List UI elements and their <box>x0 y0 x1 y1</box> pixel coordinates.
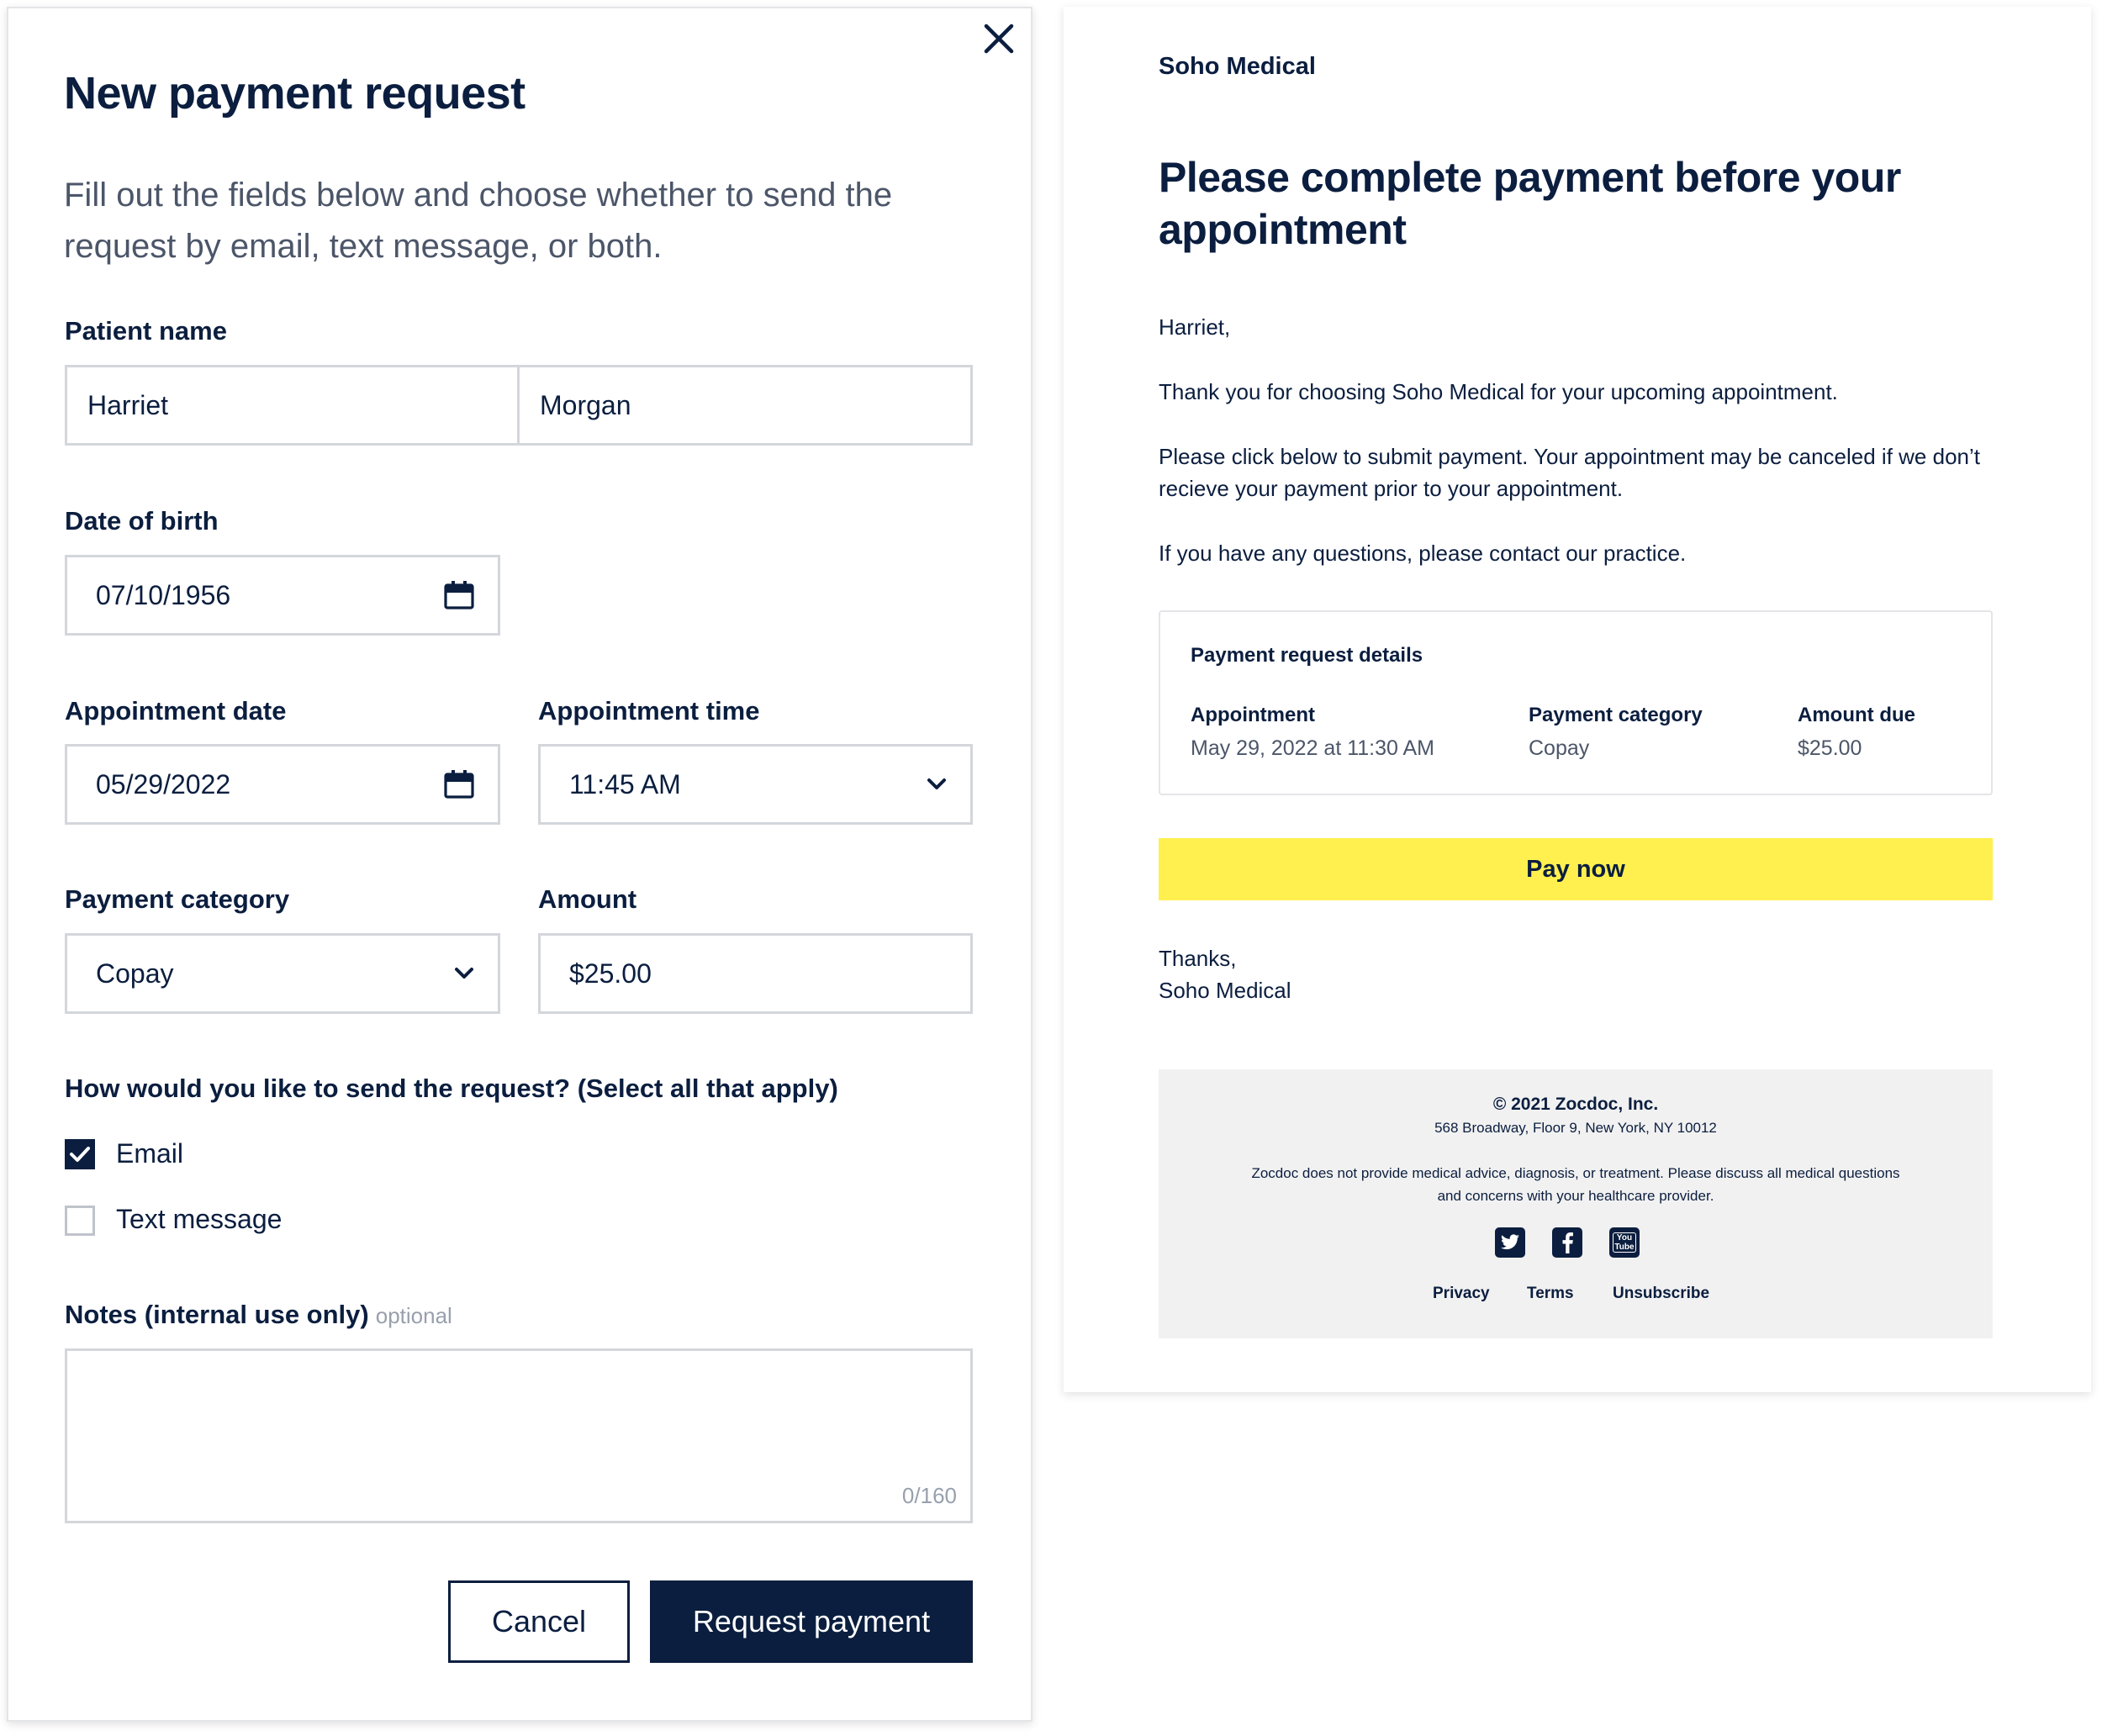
appointment-heading: Appointment <box>1191 704 1315 726</box>
footer-disclaimer: Zocdoc does not provide medical advice, … <box>1251 1165 1900 1204</box>
footer-link-terms[interactable]: Terms <box>1527 1285 1574 1303</box>
email-footer: © 2021 Zocdoc, Inc. 568 Broadway, Floor … <box>1159 1069 1993 1338</box>
amount-due-value: $25.00 <box>1798 736 1862 760</box>
email-option-label[interactable]: Email <box>116 1138 183 1169</box>
payment-category-value: Copay <box>96 958 174 989</box>
calendar-icon[interactable] <box>444 580 474 610</box>
notes-textarea[interactable]: 0/160 <box>65 1348 973 1523</box>
appointment-time-select[interactable]: 11:45 AM <box>538 744 973 825</box>
chevron-down-icon <box>454 967 474 980</box>
footer-link-privacy[interactable]: Privacy <box>1433 1285 1490 1303</box>
modal-description: Fill out the fields below and choose whe… <box>64 177 893 265</box>
payment-category-select[interactable]: Copay <box>65 933 500 1014</box>
first-name-field[interactable]: Harriet <box>65 365 520 446</box>
notes-label: Notes (internal use only) optional <box>65 1300 452 1330</box>
pay-now-button[interactable]: Pay now <box>1159 838 1993 900</box>
dob-value: 07/10/1956 <box>96 579 231 610</box>
payment-details-title: Payment request details <box>1191 644 1423 667</box>
footer-link-unsubscribe[interactable]: Unsubscribe <box>1613 1285 1709 1303</box>
calendar-icon[interactable] <box>444 769 474 799</box>
cancel-button[interactable]: Cancel <box>448 1580 630 1663</box>
email-signature: Soho Medical <box>1159 978 1291 1003</box>
appointment-date-label: Appointment date <box>65 696 287 726</box>
payment-category-label: Payment category <box>65 884 290 914</box>
send-method-question: How would you like to send the request? … <box>65 1074 838 1103</box>
notes-label-text: Notes (internal use only) <box>65 1300 369 1329</box>
text-message-checkbox[interactable] <box>65 1206 95 1236</box>
last-name-value: Morgan <box>540 389 631 420</box>
email-checkbox[interactable] <box>65 1139 95 1169</box>
facebook-icon[interactable] <box>1552 1227 1582 1258</box>
dob-field[interactable]: 07/10/1956 <box>65 555 500 636</box>
email-paragraph-instructions: Please click below to submit payment. Yo… <box>1159 444 1980 501</box>
amount-value: $25.00 <box>569 958 652 989</box>
appointment-time-value: 11:45 AM <box>569 768 681 799</box>
patient-name-label: Patient name <box>65 316 227 346</box>
checkmark-icon <box>70 1147 90 1162</box>
amount-label: Amount <box>538 884 637 914</box>
amount-field[interactable]: $25.00 <box>538 933 973 1014</box>
close-icon[interactable] <box>982 22 1016 55</box>
appointment-date-field[interactable]: 05/29/2022 <box>65 744 500 825</box>
youtube-icon[interactable]: You Tube <box>1609 1227 1640 1258</box>
category-value: Copay <box>1529 736 1590 760</box>
footer-copyright: © 2021 Zocdoc, Inc. <box>1492 1095 1659 1114</box>
email-paragraph-thanks: Thank you for choosing Soho Medical for … <box>1159 379 1838 404</box>
practice-name: Soho Medical <box>1159 53 1316 80</box>
first-name-value: Harriet <box>87 389 169 420</box>
youtube-icon-text: You Tube <box>1613 1232 1636 1253</box>
twitter-icon[interactable] <box>1495 1227 1525 1258</box>
email-paragraph-questions: If you have any questions, please contac… <box>1159 541 1687 566</box>
amount-due-heading: Amount due <box>1798 704 1915 726</box>
appointment-date-value: 05/29/2022 <box>96 768 231 799</box>
email-signoff: Thanks, <box>1159 946 1237 971</box>
chevron-down-icon <box>927 778 947 791</box>
last-name-field[interactable]: Morgan <box>517 365 973 446</box>
notes-character-counter: 0/160 <box>901 1483 957 1508</box>
text-message-option-label[interactable]: Text message <box>116 1204 282 1235</box>
appointment-time-label: Appointment time <box>538 696 760 726</box>
email-title: Please complete payment before your appo… <box>1159 154 1901 253</box>
appointment-value: May 29, 2022 at 11:30 AM <box>1191 736 1435 760</box>
dob-label: Date of birth <box>65 506 219 536</box>
notes-optional-hint: optional <box>375 1303 452 1328</box>
category-heading: Payment category <box>1529 704 1703 726</box>
modal-title: New payment request <box>64 68 526 119</box>
payment-details-card: Payment request details Appointment May … <box>1159 610 1993 795</box>
email-greeting: Harriet, <box>1159 314 1231 340</box>
request-payment-button[interactable]: Request payment <box>650 1580 973 1663</box>
footer-address: 568 Broadway, Floor 9, New York, NY 1001… <box>1434 1120 1717 1136</box>
